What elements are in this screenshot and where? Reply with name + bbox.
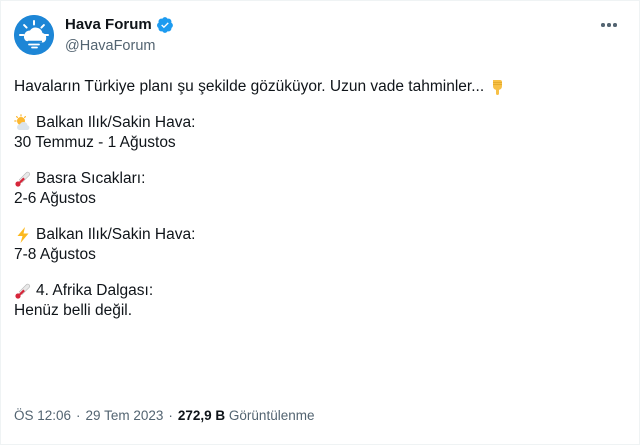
tweet-time[interactable]: ÖS 12:06 [14,408,71,423]
lightning-emoji-icon [17,227,29,243]
pointing-down-emoji-icon [493,80,503,95]
verified-badge-icon [156,17,173,33]
p1-title-line: Balkan Ilık/Sakin Hava: [14,113,614,133]
sun-behind-cloud-emoji-icon [14,114,30,130]
tweet-meta: ÖS 12:06 · 29 Tem 2023 · 272,9 B Görüntülenm… [14,408,315,423]
avatar[interactable] [14,15,54,55]
thermometer-emoji-icon [15,171,30,187]
p2-date: 2-6 Ağustos [14,190,96,207]
p4-title-line: 4. Afrika Dalgası: [14,281,614,301]
views-label: Görüntülenme [228,408,315,423]
display-name[interactable]: Hava Forum [65,16,152,34]
tweet-card: Hava Forum @HavaForum Havaların Türkiye … [0,0,640,445]
handle[interactable]: @HavaForum [65,37,155,55]
tweet-text: Havaların Türkiye planı şu şekilde gözük… [14,77,614,321]
tweet-date[interactable]: 29 Tem 2023 [86,408,164,423]
name-row: Hava Forum [65,16,174,34]
p1-title: Balkan Ilık/Sakin Hava: [36,114,196,131]
p3-title-line: Balkan Ilık/Sakin Hava: [14,225,614,245]
p2-title-line: Basra Sıcakları: [14,169,614,189]
p3-date: 7-8 Ağustos [14,246,96,263]
intro-text: Havaların Türkiye planı şu şekilde gözük… [14,78,485,95]
p2-title: Basra Sıcakları: [36,170,146,187]
p1-date: 30 Temmuz - 1 Ağustos [14,134,176,151]
p4-date: Henüz belli değil. [14,302,133,319]
hava-forum-logo-icon [14,15,54,55]
thermometer-emoji-icon [15,283,30,299]
p3-title: Balkan Ilık/Sakin Hava: [36,226,196,243]
views-count[interactable]: 272,9 B [178,408,225,423]
intro-line: Havaların Türkiye planı şu şekilde gözük… [14,77,614,97]
p4-title: 4. Afrika Dalgası: [36,282,154,299]
more-options-icon[interactable] [599,15,619,35]
